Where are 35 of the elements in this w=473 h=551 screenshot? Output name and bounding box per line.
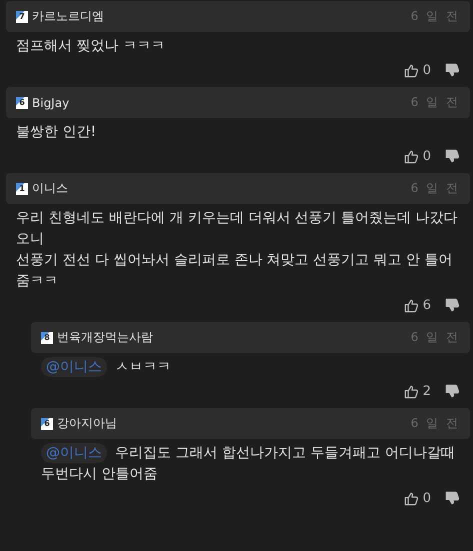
timestamp: 6 일 전 [410,94,460,111]
like-count: 6 [422,298,431,312]
thumbs-up-icon[interactable] [404,490,419,506]
timestamp: 6 일 전 [410,415,460,432]
author-name[interactable]: 이니스 [32,180,68,197]
reply-text: @이니스 우리집도 그래서 합선나가지고 두들겨패고 어디나갈때 두번다시 안틀어줌 [40,442,456,484]
comment-text: 점프해서 찢었나 ㅋㅋㅋ [15,37,166,56]
reply-text: @이니스 ㅅㅂㅋㅋ [31,353,470,378]
like-count: 0 [422,148,431,164]
like-count: 0 [422,62,431,78]
level-badge-icon: 8 [41,332,53,344]
like-count: 0 [422,490,431,506]
thumbs-up-icon[interactable] [404,62,419,78]
level-badge-icon: 7 [16,10,28,22]
thumbs-down-icon[interactable] [445,62,460,78]
timestamp: 6 일 전 [410,8,460,25]
thumbs-down-icon[interactable] [445,298,460,312]
author-name[interactable]: 강아지아님 [57,415,117,432]
comment-text: 우리 친형네도 배란다에 개 키우는데 더워서 선풍기 틀어줬는데 나갔다오니 선풍기 전선 다 씹어놔서 슬리퍼로 존나 쳐맞고 선풍기고 뭐고 안 틀어줌ㅋㅋ [15,209,459,291]
thumbs-up-icon[interactable] [404,298,419,312]
thumbs-up-icon[interactable] [404,148,419,164]
author-name[interactable]: 카르노르디엠 [32,8,104,25]
comment-text: 불쌍한 인간! [15,123,98,142]
author-name[interactable]: BigJay [32,96,70,110]
timestamp: 6 일 전 [410,180,460,197]
level-badge-icon: 1 [16,182,28,194]
thumbs-up-icon[interactable] [404,384,419,398]
like-count: 2 [422,384,431,398]
thumbs-down-icon[interactable] [445,148,460,164]
author-name[interactable]: 번육개장먹는사람 [57,329,153,346]
level-badge-icon: 6 [16,96,28,108]
thumbs-down-icon[interactable] [445,384,460,398]
thumbs-down-icon[interactable] [445,490,460,506]
timestamp: 6 일 전 [410,329,460,346]
level-badge-icon: 6 [41,418,53,430]
